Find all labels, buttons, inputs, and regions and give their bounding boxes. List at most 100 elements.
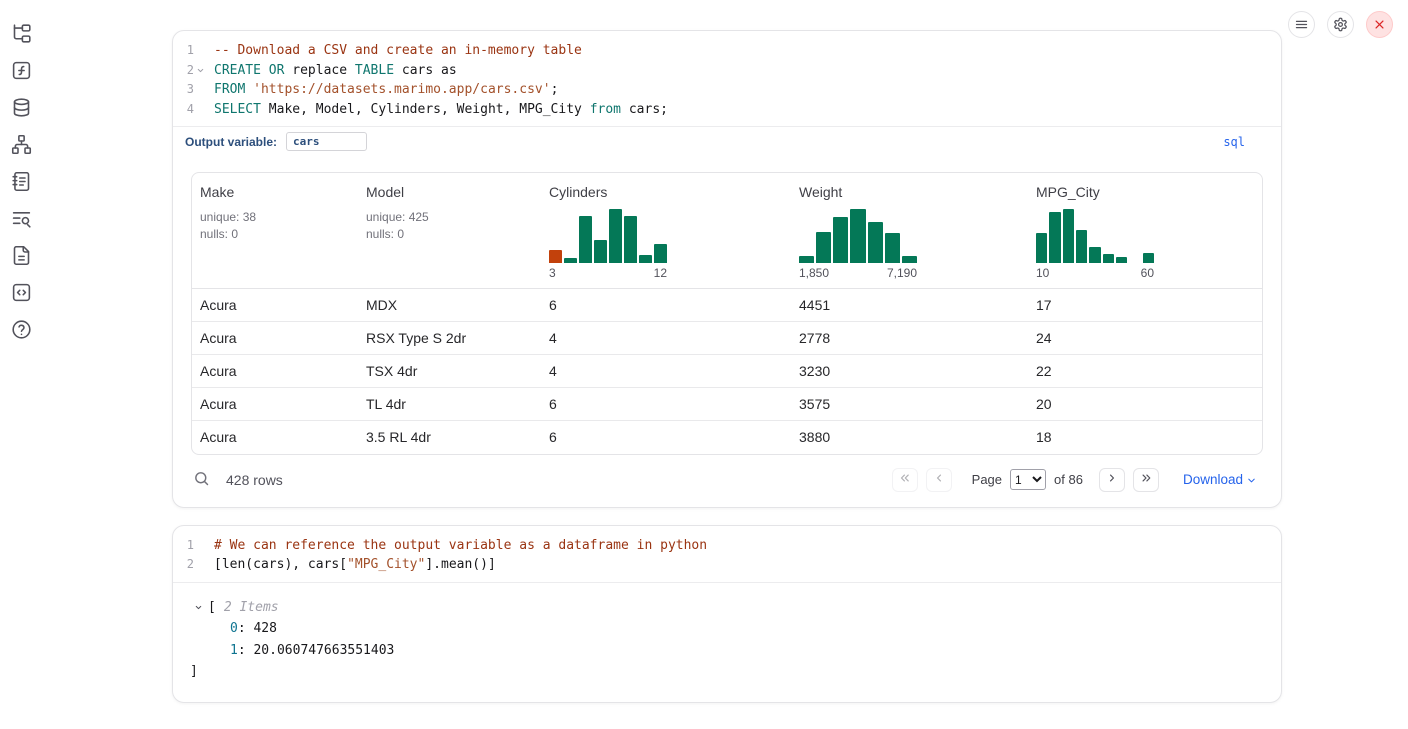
table-cell: 3880 (791, 421, 1028, 454)
notebook-icon[interactable] (11, 170, 33, 192)
file-text-icon[interactable] (11, 244, 33, 266)
column-stat: unique: 425 (366, 209, 533, 226)
code-text: SELECT Make, Model, Cylinders, Weight, M… (214, 100, 668, 120)
column-stat: unique: 38 (200, 209, 350, 226)
histogram-max: 12 (654, 266, 667, 280)
histogram-bar (549, 250, 562, 263)
items-count-label: 2 Items (224, 597, 279, 619)
language-badge: sql (1223, 135, 1245, 149)
column-header[interactable]: Cylinders 312 (541, 173, 791, 289)
file-tree-icon[interactable] (11, 22, 33, 44)
histogram-bar (654, 244, 667, 263)
table-row[interactable]: AcuraRSX Type S 2dr4277824 (192, 322, 1263, 355)
histogram-bar (1063, 209, 1074, 263)
python-code-editor[interactable]: 1# We can reference the output variable … (173, 526, 1281, 582)
histogram-bar (1036, 233, 1047, 263)
entry-value: 20.060747663551403 (253, 643, 394, 658)
column-label: MPG_City (1036, 184, 1256, 200)
table-row[interactable]: Acura3.5 RL 4dr6388018 (192, 421, 1263, 454)
database-icon[interactable] (11, 96, 33, 118)
column-header[interactable]: Model unique: 425nulls: 0 (358, 173, 541, 289)
data-table-card: Makeunique: 38nulls: 0 Model unique: 425nu… (191, 172, 1263, 455)
histogram-bars (799, 209, 917, 263)
histogram-min: 10 (1036, 266, 1049, 280)
histogram-bar (816, 232, 831, 263)
histogram-bar (564, 258, 577, 263)
table-row[interactable]: AcuraTL 4dr6357520 (192, 388, 1263, 421)
gear-icon (1333, 17, 1348, 32)
histogram-bar (885, 233, 900, 263)
column-label: Cylinders (549, 184, 783, 200)
histogram-bar (639, 255, 652, 263)
chevrons-right-icon (1139, 471, 1153, 488)
python-cell: 1# We can reference the output variable … (172, 525, 1282, 703)
histogram-bar (1116, 257, 1127, 263)
code-line: 2CREATE OR replace TABLE cars as (173, 61, 1281, 81)
next-page-button[interactable] (1099, 468, 1125, 492)
prev-page-button[interactable] (926, 468, 952, 492)
histogram[interactable]: 312 (549, 209, 667, 280)
chevron-left-icon (932, 471, 946, 488)
notebook: 1-- Download a CSV and create an in-memo… (172, 30, 1282, 720)
entry-key: 1 (230, 643, 238, 658)
code-line: 1# We can reference the output variable … (173, 536, 1281, 556)
tree-root-line: [2 Items (173, 597, 1281, 619)
line-number: 2 (173, 555, 194, 575)
page-select[interactable]: 1 (1010, 469, 1046, 490)
line-number: 4 (173, 100, 194, 120)
table-cell: 3575 (791, 388, 1028, 421)
histogram[interactable]: 1060 (1036, 209, 1154, 280)
table-cell: 6 (541, 421, 791, 454)
fold-chevron-icon[interactable] (194, 61, 207, 81)
column-stat: nulls: 0 (366, 226, 533, 243)
chevrons-left-icon (898, 471, 912, 488)
table-cell: 24 (1028, 322, 1263, 355)
search-icon[interactable] (191, 470, 211, 490)
table-cell: 6 (541, 289, 791, 322)
column-header[interactable]: Weight1,8507,190 (791, 173, 1028, 289)
network-icon[interactable] (11, 133, 33, 155)
histogram-bar (609, 209, 622, 263)
table-cell: RSX Type S 2dr (358, 322, 541, 355)
close-button[interactable] (1366, 11, 1393, 38)
last-page-button[interactable] (1133, 468, 1159, 492)
table-cell: MDX (358, 289, 541, 322)
first-page-button[interactable] (892, 468, 918, 492)
histogram-bar (850, 209, 865, 263)
list-search-icon[interactable] (11, 207, 33, 229)
table-cell: 3230 (791, 355, 1028, 388)
column-header[interactable]: Makeunique: 38nulls: 0 (192, 173, 358, 289)
line-number: 1 (173, 536, 194, 556)
histogram[interactable]: 1,8507,190 (799, 209, 917, 280)
histogram-bar (1089, 247, 1100, 263)
table-cell: 4 (541, 322, 791, 355)
output-variable-input[interactable] (286, 132, 367, 151)
column-header[interactable]: MPG_City 1060 (1028, 173, 1263, 289)
table-cell: 3.5 RL 4dr (358, 421, 541, 454)
sql-code-editor[interactable]: 1-- Download a CSV and create an in-memo… (173, 31, 1281, 126)
menu-button[interactable] (1288, 11, 1315, 38)
histogram-bars (1036, 209, 1154, 263)
line-number: 3 (173, 80, 194, 100)
table-row[interactable]: AcuraTSX 4dr4323022 (192, 355, 1263, 388)
table-footer: 428 rows Page 1 of 86 Download (173, 455, 1281, 507)
help-circle-icon[interactable] (11, 318, 33, 340)
settings-button[interactable] (1327, 11, 1354, 38)
page-total: of 86 (1054, 472, 1083, 487)
code-line: 1-- Download a CSV and create an in-memo… (173, 41, 1281, 61)
table-row[interactable]: AcuraMDX6445117 (192, 289, 1263, 322)
function-square-icon[interactable] (11, 59, 33, 81)
fold-spacer (194, 80, 207, 100)
code-square-icon[interactable] (11, 281, 33, 303)
code-line: 3 FROM 'https://datasets.marimo.app/cars.… (173, 80, 1281, 100)
close-icon (1372, 17, 1387, 32)
search-icon (193, 475, 210, 490)
download-button[interactable]: Download (1183, 472, 1257, 487)
fold-spacer (194, 536, 207, 556)
collapse-chevron-icon[interactable] (194, 603, 204, 612)
column-label: Model (366, 184, 533, 200)
histogram-bar (594, 240, 607, 263)
table-cell: 20 (1028, 388, 1263, 421)
code-text: FROM 'https://datasets.marimo.app/cars.c… (214, 80, 558, 100)
sidebar (0, 0, 46, 340)
